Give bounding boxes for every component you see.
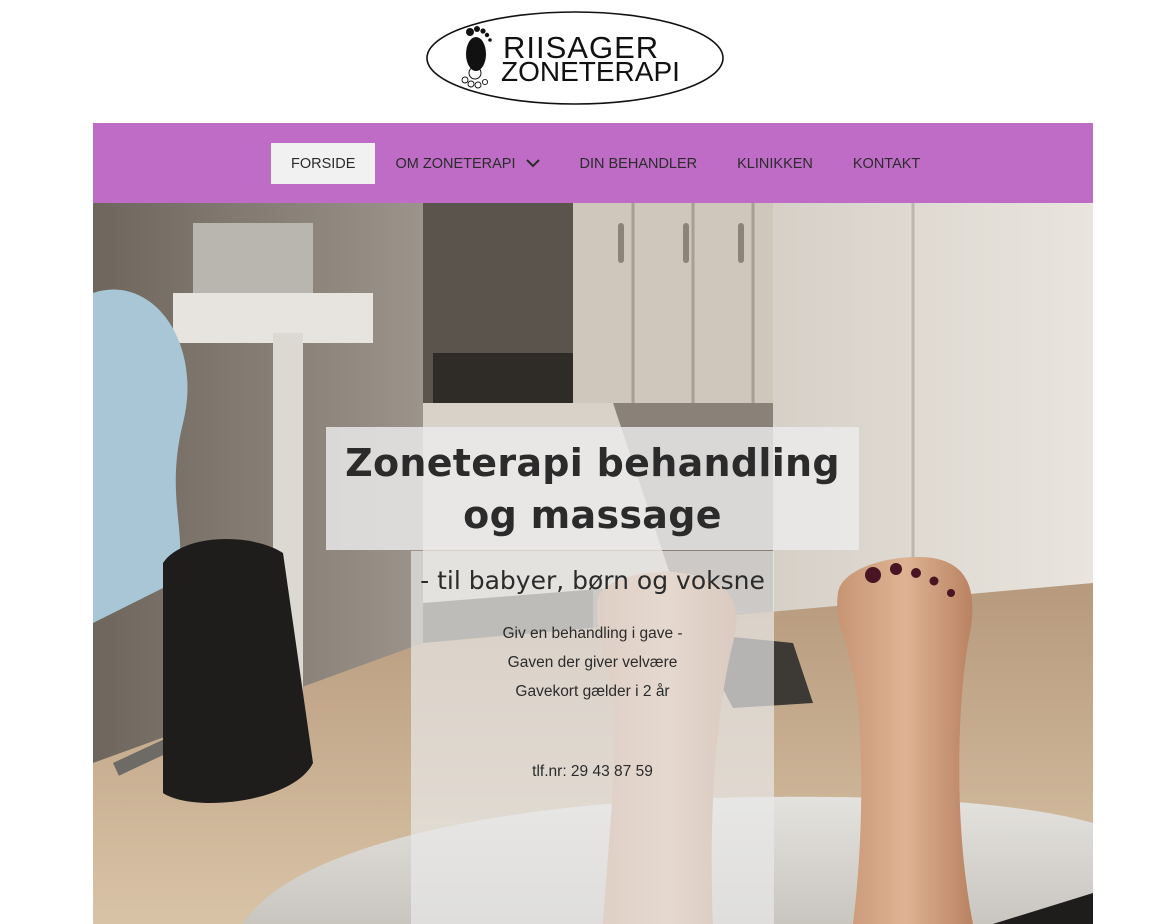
hero-info-box: - til babyer, børn og voksne Giv en beha… (411, 551, 774, 924)
gift-line: Gavekort gælder i 2 år (515, 683, 670, 700)
main-navigation: FORSIDE OM ZONETERAPI DIN BEHANDLER KLIN… (93, 123, 1093, 203)
logo-text-zoneterapi: ZONETERAPI (501, 56, 680, 87)
phone-number[interactable]: tlf.nr: 29 43 87 59 (411, 763, 774, 781)
hero-banner: Zoneterapi behandling og massage - til b… (93, 203, 1093, 924)
nav-item-label: KONTAKT (852, 155, 921, 172)
hero-title-box: Zoneterapi behandling og massage (326, 427, 859, 550)
nav-item-klinikken[interactable]: KLINIKKEN (717, 143, 833, 184)
gift-line: Gaven der giver velvære (507, 654, 678, 671)
site-logo[interactable]: RIISAGER ZONETERAPI (425, 10, 725, 106)
nav-item-label: DIN BEHANDLER (579, 155, 698, 172)
nav-item-forside[interactable]: FORSIDE (271, 143, 376, 184)
nav-item-label: OM ZONETERAPI (395, 155, 516, 172)
hero-title: Zoneterapi behandling og massage (345, 440, 840, 537)
gift-text: Giv en behandling i gave - Gaven der giv… (411, 619, 774, 706)
nav-item-label: KLINIKKEN (737, 155, 813, 172)
nav-item-om-zoneterapi[interactable]: OM ZONETERAPI (375, 143, 559, 184)
chevron-down-icon[interactable] (525, 159, 540, 168)
hero-subtitle: - til babyer, børn og voksne (420, 566, 765, 595)
nav-item-din-behandler[interactable]: DIN BEHANDLER (560, 143, 718, 184)
nav-item-label: FORSIDE (291, 155, 356, 172)
nav-item-kontakt[interactable]: KONTAKT (833, 143, 940, 184)
foot-icon (461, 26, 492, 89)
gift-line: Giv en behandling i gave - (502, 625, 683, 642)
